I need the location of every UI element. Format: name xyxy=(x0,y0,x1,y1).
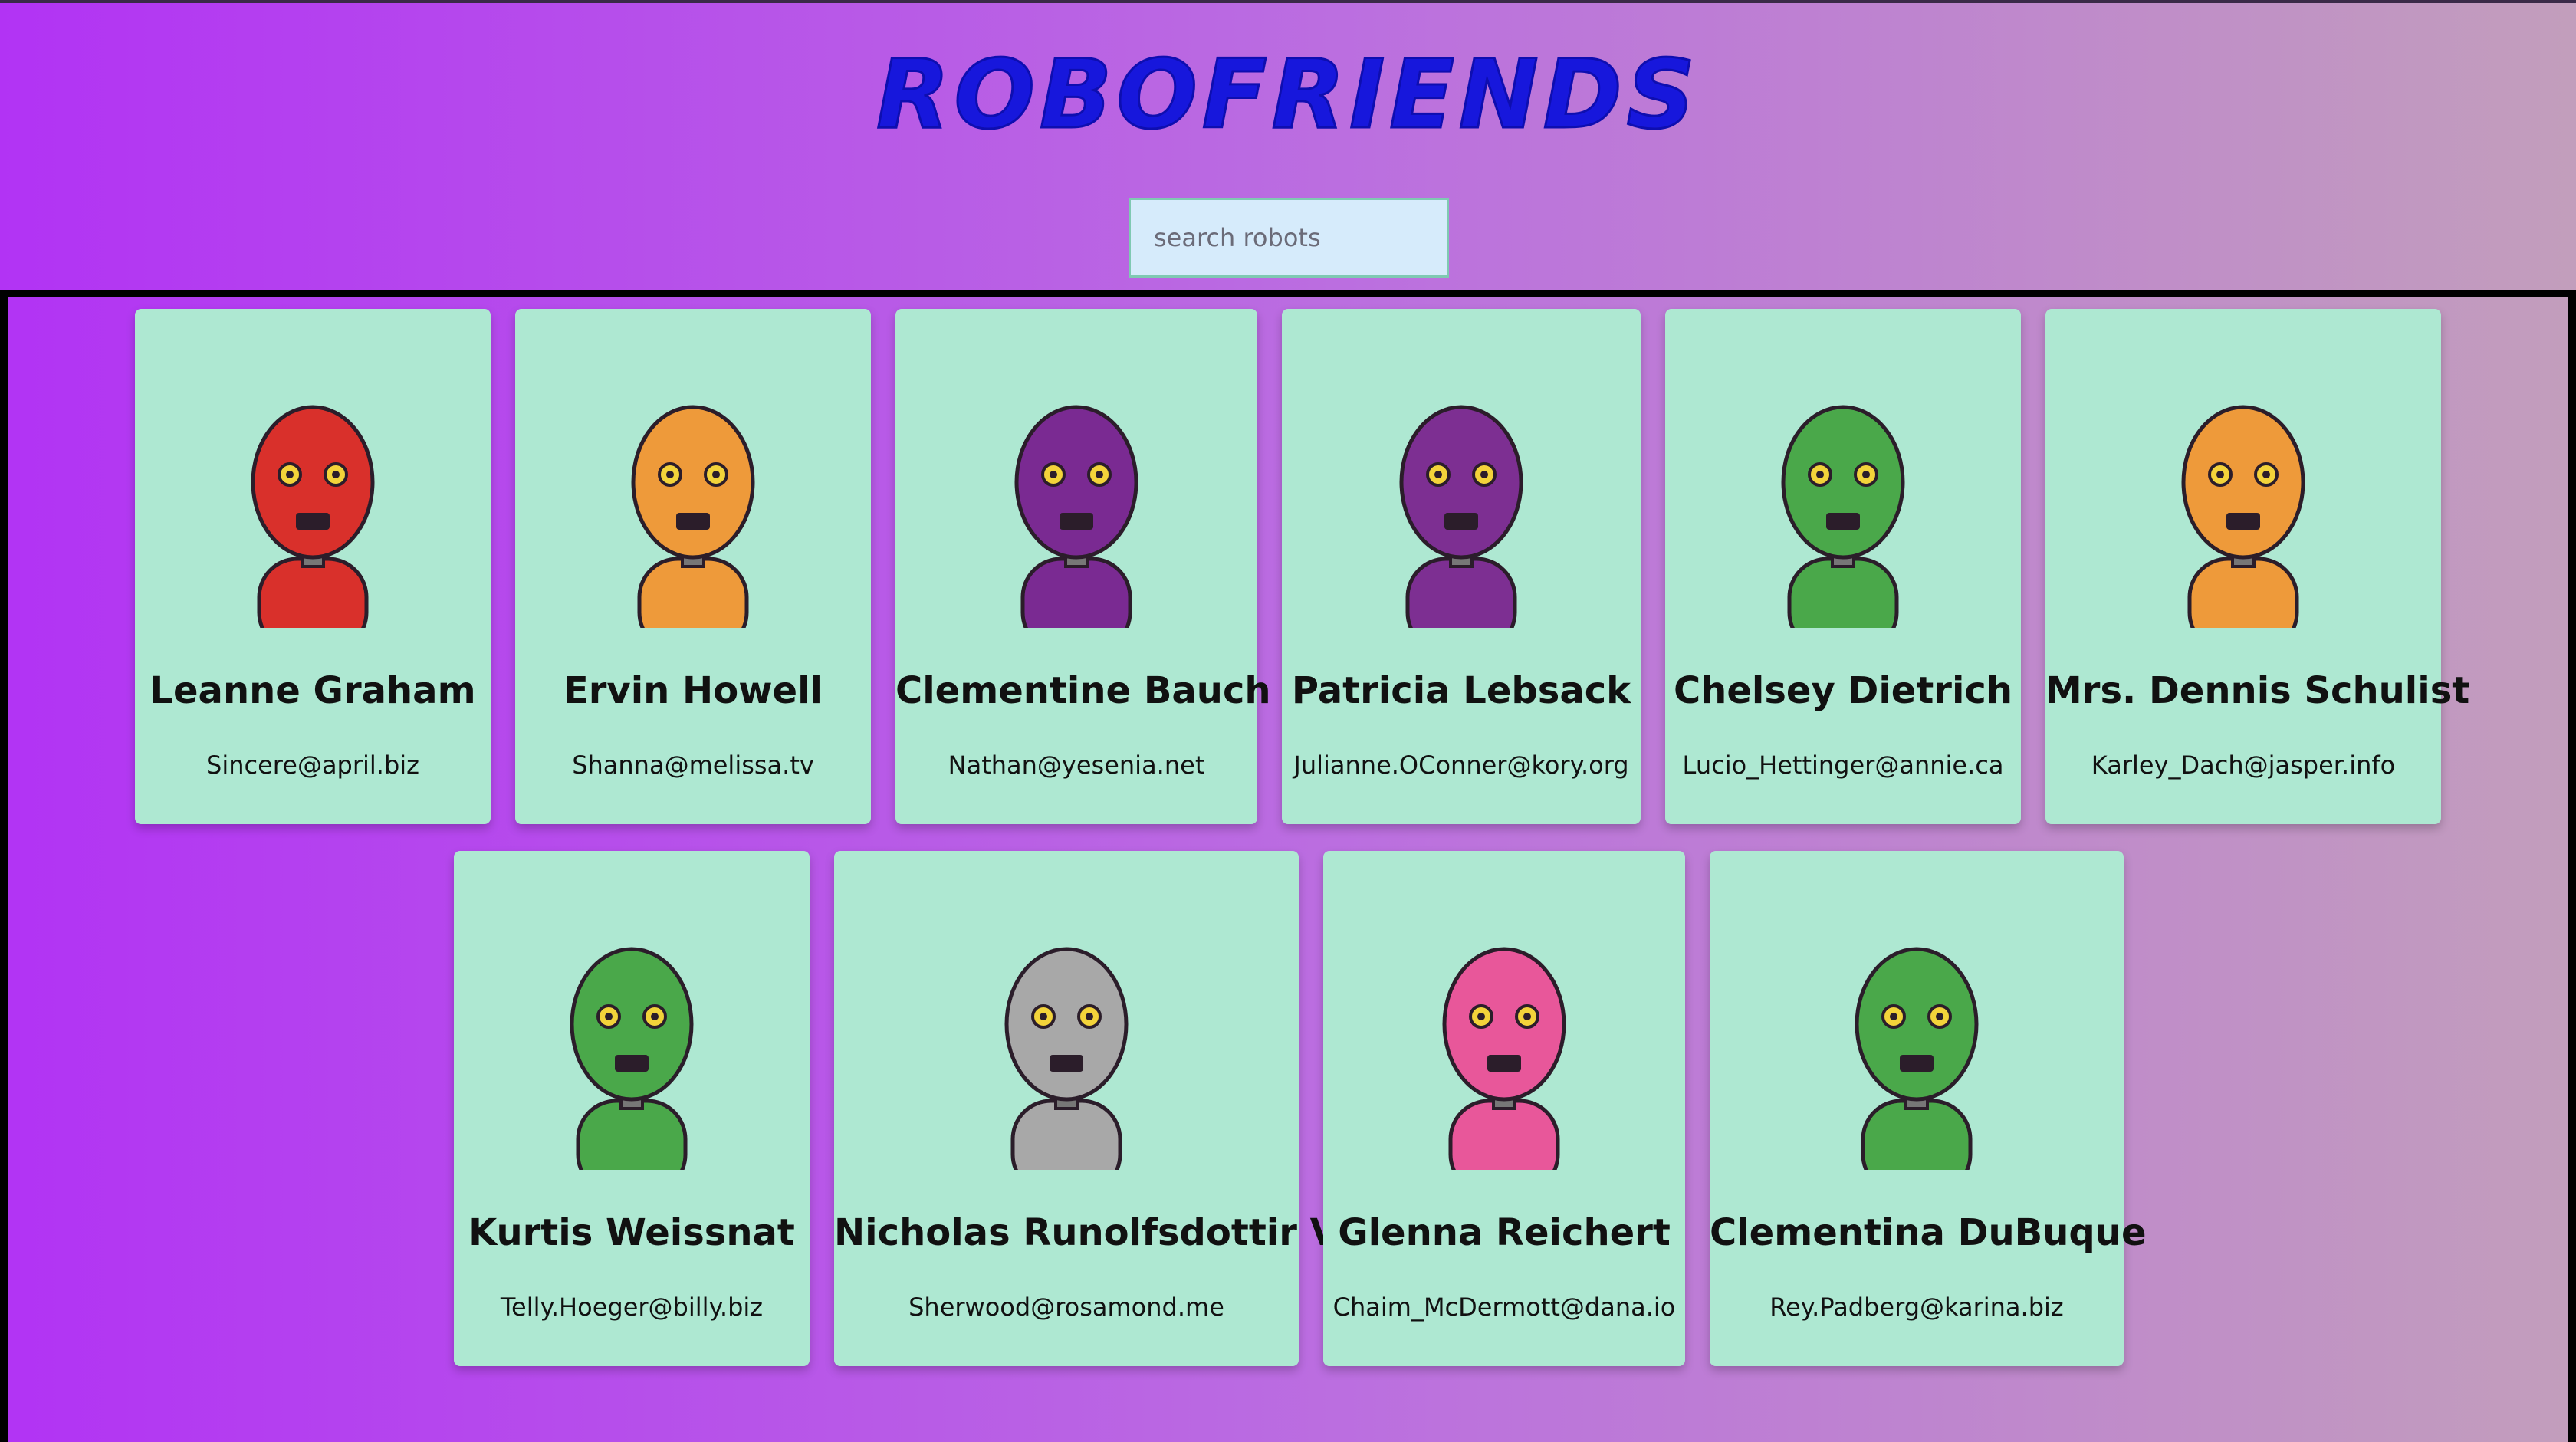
robot-email: Sincere@april.biz xyxy=(206,751,419,780)
robot-avatar xyxy=(1442,947,1566,1170)
robot-card[interactable]: Patricia Lebsack Julianne.OConner@kory.o… xyxy=(1282,309,1641,824)
app-title: ROBOFRIENDS xyxy=(876,39,1700,152)
robot-name: Kurtis Weissnat xyxy=(468,1211,795,1254)
robot-avatar xyxy=(631,405,755,628)
robot-name: Chelsey Dietrich xyxy=(1673,669,2013,712)
robot-email: Chaim_McDermott@dana.io xyxy=(1332,1293,1676,1322)
robot-name: Glenna Reichert xyxy=(1338,1211,1671,1254)
robot-name: Ervin Howell xyxy=(563,669,823,712)
robot-email: Shanna@melissa.tv xyxy=(572,751,814,780)
robot-card[interactable]: Chelsey Dietrich Lucio_Hettinger@annie.c… xyxy=(1665,309,2021,824)
robot-name: Leanne Graham xyxy=(150,669,476,712)
robot-card[interactable]: Glenna Reichert Chaim_McDermott@dana.io xyxy=(1323,851,1685,1366)
robot-avatar xyxy=(1014,405,1138,628)
robot-name: Clementina DuBuque xyxy=(1710,1211,2147,1254)
robot-name: Mrs. Dennis Schulist xyxy=(2045,669,2470,712)
robot-email: Karley_Dach@jasper.info xyxy=(2091,751,2396,780)
robot-avatar xyxy=(2181,405,2305,628)
robot-card[interactable]: Kurtis Weissnat Telly.Hoeger@billy.biz xyxy=(454,851,810,1366)
robot-card-list[interactable]: Leanne Graham Sincere@april.biz Ervin Ho… xyxy=(0,290,2576,1442)
robot-card[interactable]: Clementina DuBuque Rey.Padberg@karina.bi… xyxy=(1710,851,2147,1366)
robot-email: Julianne.OConner@kory.org xyxy=(1293,751,1629,780)
robot-email: Sherwood@rosamond.me xyxy=(909,1293,1224,1322)
robot-email: Nathan@yesenia.net xyxy=(948,751,1205,780)
robot-avatar xyxy=(1781,405,1905,628)
robot-avatar xyxy=(1399,405,1523,628)
robot-card[interactable]: Clementine Bauch Nathan@yesenia.net xyxy=(895,309,1271,824)
robot-card[interactable]: Mrs. Dennis Schulist Karley_Dach@jasper.… xyxy=(2045,309,2470,824)
robot-card[interactable]: Nicholas Runolfsdottir V Sherwood@rosamo… xyxy=(834,851,1339,1366)
robot-email: Rey.Padberg@karina.biz xyxy=(1769,1293,2064,1322)
robot-card[interactable]: Ervin Howell Shanna@melissa.tv xyxy=(515,309,871,824)
search-input[interactable] xyxy=(1129,198,1449,278)
robot-name: Clementine Bauch xyxy=(895,669,1271,712)
robot-name: Nicholas Runolfsdottir V xyxy=(834,1211,1339,1254)
robot-avatar xyxy=(251,405,375,628)
robot-name: Patricia Lebsack xyxy=(1291,669,1631,712)
top-border xyxy=(0,0,2576,3)
robot-email: Lucio_Hettinger@annie.ca xyxy=(1682,751,2004,780)
robot-avatar xyxy=(570,947,694,1170)
robot-email: Telly.Hoeger@billy.biz xyxy=(500,1293,764,1322)
robot-avatar xyxy=(1004,947,1129,1170)
robot-card[interactable]: Leanne Graham Sincere@april.biz xyxy=(135,309,491,824)
robot-avatar xyxy=(1855,947,1979,1170)
